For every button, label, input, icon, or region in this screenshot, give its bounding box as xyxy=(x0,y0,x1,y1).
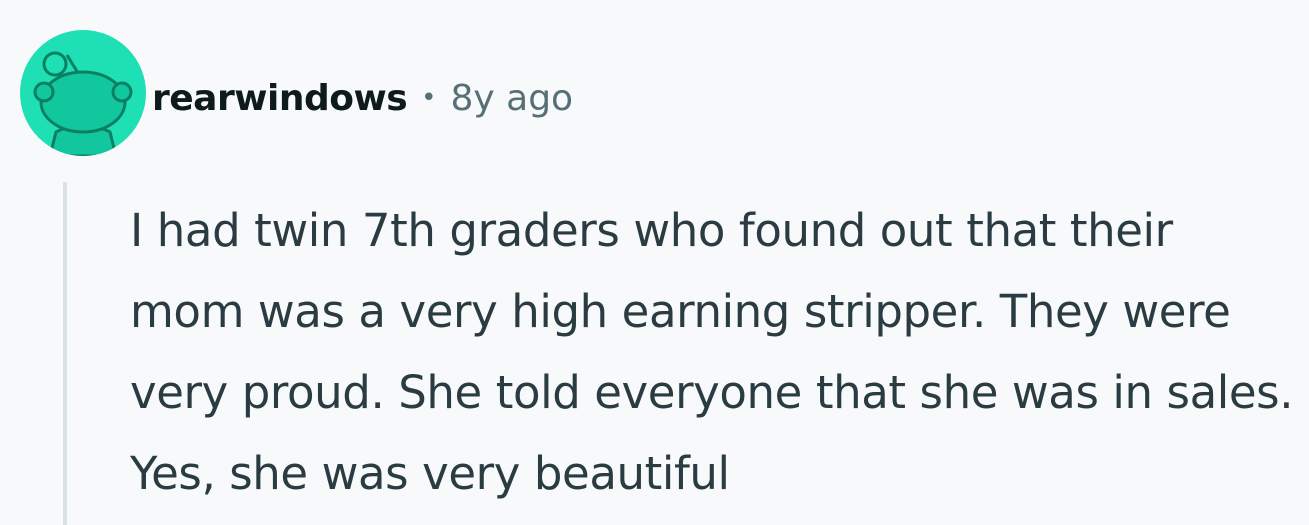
author-username[interactable]: rearwindows xyxy=(152,78,408,119)
snoo-avatar-icon xyxy=(33,51,133,156)
comment-timestamp[interactable]: 8y ago xyxy=(450,78,573,119)
comment: rearwindows • 8y ago I had twin 7th grad… xyxy=(0,0,1309,525)
comment-body: I had twin 7th graders who found out tha… xyxy=(130,204,1294,500)
comment-meta: rearwindows • 8y ago xyxy=(152,72,573,124)
thread-line[interactable] xyxy=(63,182,67,525)
user-avatar[interactable] xyxy=(20,30,146,156)
meta-separator: • xyxy=(421,83,437,113)
